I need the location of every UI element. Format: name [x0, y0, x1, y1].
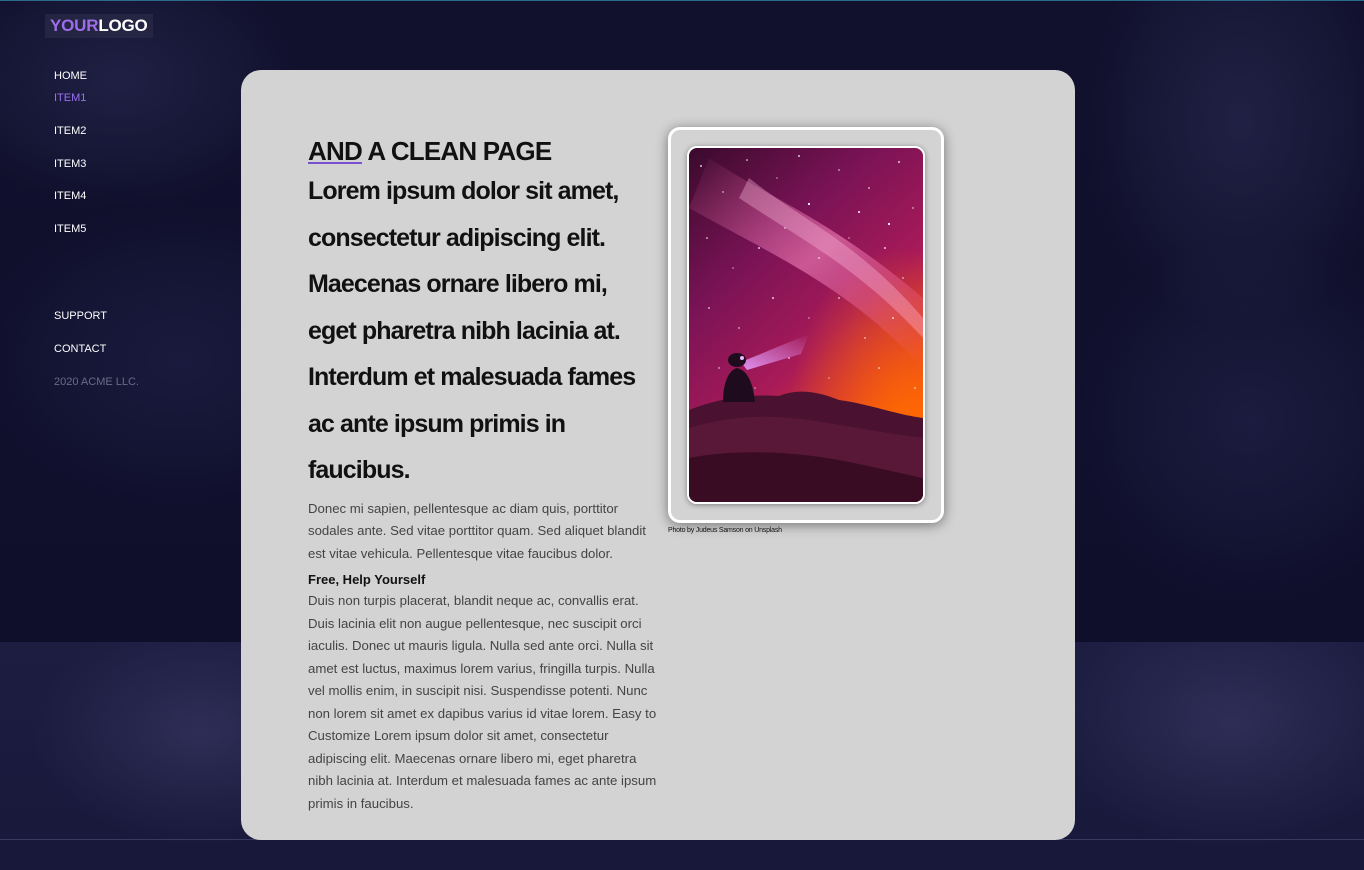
nav-link-contact[interactable]: CONTACT — [54, 343, 106, 355]
logo-part-your: YOUR — [50, 16, 99, 35]
night-sky-photo — [687, 146, 925, 504]
photo-frame — [668, 127, 944, 523]
site-logo[interactable]: YOURLOGO — [45, 14, 153, 38]
body-paragraph: Duis non turpis placerat, blandit neque … — [308, 593, 657, 811]
nav-item-item2[interactable]: ITEM2 — [54, 125, 86, 137]
kicker-rest: A CLEAN PAGE — [361, 136, 552, 166]
logo-part-logo: LOGO — [98, 16, 148, 35]
page-headline: Lorem ipsum dolor sit amet, consectetur … — [308, 177, 636, 484]
nav-link-support[interactable]: SUPPORT — [54, 310, 107, 322]
night-sky-illustration — [689, 148, 923, 502]
nav-item-item3[interactable]: ITEM3 — [54, 158, 86, 170]
intro-paragraph: Donec mi sapien, pellentesque ac diam qu… — [308, 500, 646, 561]
content-card: AND A CLEAN PAGE Lorem ipsum dolor sit a… — [241, 70, 1075, 840]
nav-item-item4[interactable]: ITEM4 — [54, 190, 86, 202]
photo-caption: Photo by Judeus Samson on Unsplash — [668, 527, 782, 534]
top-divider — [0, 0, 1364, 1]
article: AND A CLEAN PAGE Lorem ipsum dolor sit a… — [308, 134, 660, 815]
nav-item-item1[interactable]: ITEM1 — [54, 92, 86, 104]
section-subheading: Free, Help Yourself — [308, 572, 426, 587]
nav-item-home[interactable]: HOME — [54, 70, 87, 82]
page-kicker: AND A CLEAN PAGE — [308, 134, 660, 168]
kicker-underlined-word: AND — [308, 136, 363, 166]
copyright-text: 2020 ACME LLC. — [54, 376, 139, 388]
nav-item-item5[interactable]: ITEM5 — [54, 223, 86, 235]
